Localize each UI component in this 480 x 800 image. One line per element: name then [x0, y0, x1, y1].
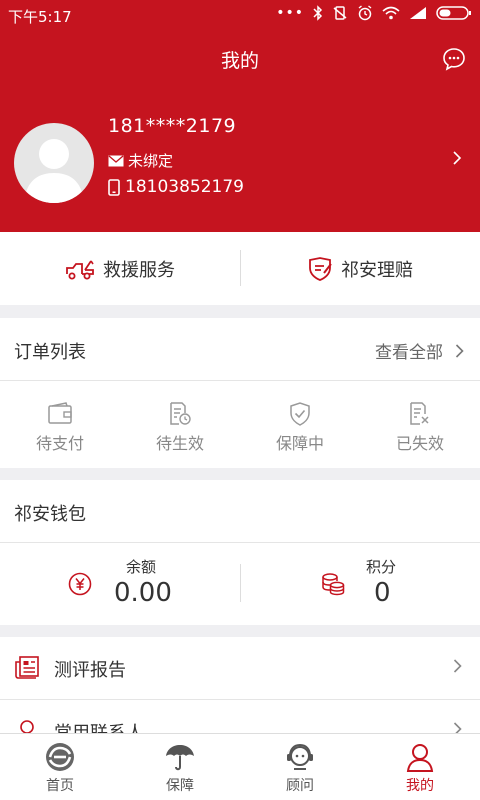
umbrella-icon — [166, 745, 194, 771]
bluetooth-icon — [313, 5, 323, 21]
tab-home-label: 首页 — [46, 778, 74, 794]
divider — [0, 542, 480, 543]
balance-value: 0.00 — [114, 578, 172, 608]
user-email-text: 未绑定 — [128, 152, 174, 170]
user-email: 未绑定 — [108, 150, 173, 171]
battery-icon — [436, 6, 471, 20]
avatar[interactable] — [14, 123, 94, 203]
wifi-icon — [382, 6, 400, 20]
tow-truck-icon — [66, 260, 94, 279]
order-expired-label: 已失效 — [395, 434, 444, 453]
menu-item-label: 测评报告 — [54, 660, 126, 681]
user-phone-text: 18103852179 — [125, 177, 244, 197]
wallet-icon — [48, 402, 72, 424]
vibrate-icon — [333, 6, 347, 20]
divider — [0, 380, 480, 381]
menu-item-evaluation-report[interactable]: 测评报告 — [0, 637, 480, 699]
see-all-orders-link[interactable]: 查看全部 — [375, 338, 464, 363]
signal-icon — [410, 7, 426, 19]
status-icons: ••• — [276, 5, 472, 21]
claims-label: 祁安理赔 — [341, 259, 413, 281]
menu-list: 测评报告 常用联系人 — [0, 637, 480, 737]
alarm-icon — [358, 5, 372, 21]
status-bar: 下午5:17 ••• — [0, 0, 480, 30]
chevron-right-icon — [453, 659, 462, 673]
tab-protection[interactable]: 保障 — [120, 734, 240, 800]
points-card[interactable]: 积分 0 — [240, 550, 480, 610]
tab-protection-label: 保障 — [166, 778, 194, 794]
bottom-tab-bar: 首页 保障 顾问 我的 — [0, 733, 480, 800]
rescue-service-label: 救援服务 — [103, 259, 175, 281]
menu-item-contacts[interactable]: 常用联系人 — [0, 700, 480, 737]
mail-icon — [108, 155, 124, 166]
title-bar: 我的 — [0, 30, 480, 86]
order-pending-effective-label: 待生效 — [155, 434, 204, 453]
phone-icon — [108, 178, 120, 196]
advisor-icon — [287, 743, 313, 770]
tab-advisor[interactable]: 顾问 — [240, 734, 360, 800]
coins-icon — [322, 573, 345, 596]
user-icon — [406, 744, 434, 772]
wallet-title: 祁安钱包 — [14, 504, 86, 525]
order-pending-payment-label: 待支付 — [35, 434, 84, 453]
document-clock-icon — [170, 402, 191, 425]
page-title: 我的 — [220, 50, 259, 72]
document-cancel-icon — [410, 402, 429, 425]
order-expired[interactable]: 已失效 — [360, 402, 480, 454]
order-in-coverage-label: 保障中 — [275, 434, 324, 453]
orders-title: 订单列表 — [14, 342, 86, 363]
points-value: 0 — [374, 578, 391, 608]
profile-card[interactable]: 181****2179 未绑定 18103852179 — [0, 86, 480, 232]
status-time: 下午5:17 — [8, 8, 72, 26]
more-dots-icon: ••• — [276, 5, 304, 21]
avatar-placeholder-icon — [24, 139, 84, 203]
wallet-section: 祁安钱包 余额 0.00 积分 0 — [0, 480, 480, 625]
order-pending-payment[interactable]: 待支付 — [0, 402, 120, 454]
claims-button[interactable]: 祁安理赔 — [240, 232, 480, 305]
tab-mine-label: 我的 — [406, 778, 434, 794]
chevron-right-icon[interactable] — [452, 150, 462, 166]
user-phone: 18103852179 — [108, 177, 244, 197]
tab-mine[interactable]: 我的 — [360, 734, 480, 800]
orders-section: 订单列表 查看全部 待支付 待生效 保障中 已失效 — [0, 318, 480, 468]
claims-shield-icon — [309, 256, 332, 281]
chevron-right-icon — [455, 343, 464, 358]
rescue-service-button[interactable]: 救援服务 — [0, 232, 240, 305]
balance-card[interactable]: 余额 0.00 — [0, 550, 240, 610]
home-logo-icon — [46, 743, 74, 771]
shield-check-icon — [290, 402, 310, 426]
points-label: 积分 — [366, 558, 397, 576]
order-pending-effective[interactable]: 待生效 — [120, 402, 240, 454]
message-icon[interactable] — [442, 47, 466, 71]
report-icon — [15, 656, 39, 679]
user-name: 181****2179 — [108, 115, 237, 137]
order-in-coverage[interactable]: 保障中 — [240, 402, 360, 454]
tab-home[interactable]: 首页 — [0, 734, 120, 800]
yuan-icon — [68, 572, 92, 596]
see-all-label: 查看全部 — [375, 343, 443, 363]
tab-advisor-label: 顾问 — [286, 778, 314, 794]
balance-label: 余额 — [126, 558, 157, 576]
service-bar: 救援服务 祁安理赔 — [0, 232, 480, 305]
